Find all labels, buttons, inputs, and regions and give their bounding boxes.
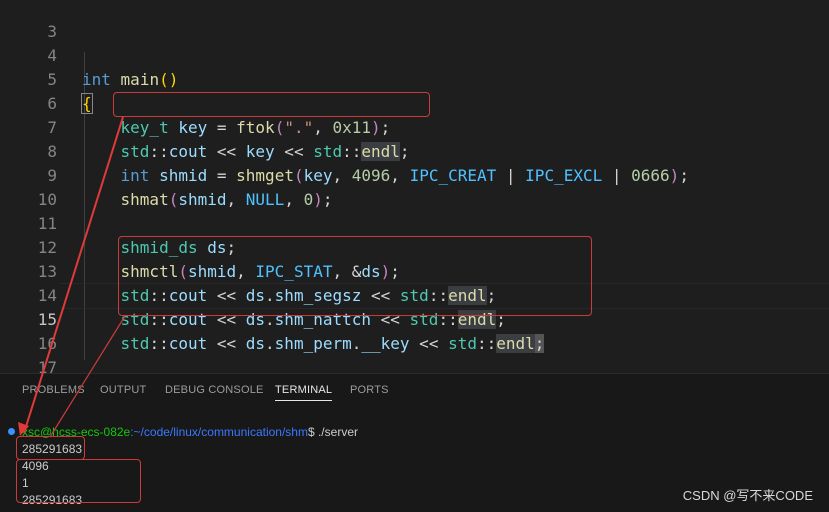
annotation-arrow-2 (49, 315, 126, 438)
annotation-arrows (18, 116, 126, 438)
watermark: CSDN @写不来CODE (682, 488, 813, 503)
annotation-arrow-1 (23, 116, 124, 434)
